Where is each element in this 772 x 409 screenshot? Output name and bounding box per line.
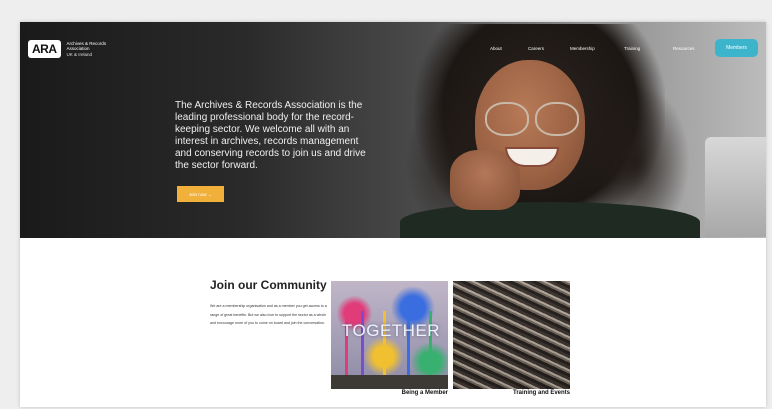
being-member-card-image[interactable]: TOGETHER xyxy=(331,281,448,389)
logo-text: Archives & Records Association UK & Irel… xyxy=(67,41,127,58)
join-now-button[interactable]: Join now → xyxy=(177,186,224,202)
nav-training[interactable]: Training xyxy=(624,46,640,51)
nav-about[interactable]: About xyxy=(490,46,502,51)
laptop-image xyxy=(705,137,766,237)
nav-careers[interactable]: Careers xyxy=(528,46,544,51)
web-page: ARA Archives & Records Association UK & … xyxy=(20,22,766,407)
community-title: Join our Community xyxy=(210,278,327,292)
training-events-card-image[interactable] xyxy=(453,281,570,389)
being-member-link[interactable]: Being a Member xyxy=(348,390,448,396)
nav-membership[interactable]: Membership xyxy=(570,46,595,51)
logo-region: UK & Ireland xyxy=(66,51,93,57)
mural-ground xyxy=(331,375,448,389)
hero-banner: ARA Archives & Records Association UK & … xyxy=(20,22,766,238)
together-mural-text: TOGETHER xyxy=(341,321,441,340)
nav-resources[interactable]: Resources xyxy=(673,46,695,51)
site-logo[interactable]: ARA Archives & Records Association UK & … xyxy=(28,40,127,58)
hero-photo-shirt xyxy=(400,202,700,238)
screenshot-frame: ARA Archives & Records Association UK & … xyxy=(0,0,772,409)
community-paragraph: We are a membership organisation and as … xyxy=(210,304,327,325)
logo-abbr: ARA xyxy=(28,40,61,58)
training-events-link[interactable]: Training and Events xyxy=(470,390,570,396)
photo-wall-shade xyxy=(453,281,570,389)
members-button[interactable]: Members xyxy=(715,39,758,57)
logo-name: Archives & Records Association xyxy=(66,40,107,52)
glasses-left xyxy=(485,102,529,136)
hero-text: The Archives & Records Association is th… xyxy=(175,100,366,171)
glasses-right xyxy=(535,102,579,136)
